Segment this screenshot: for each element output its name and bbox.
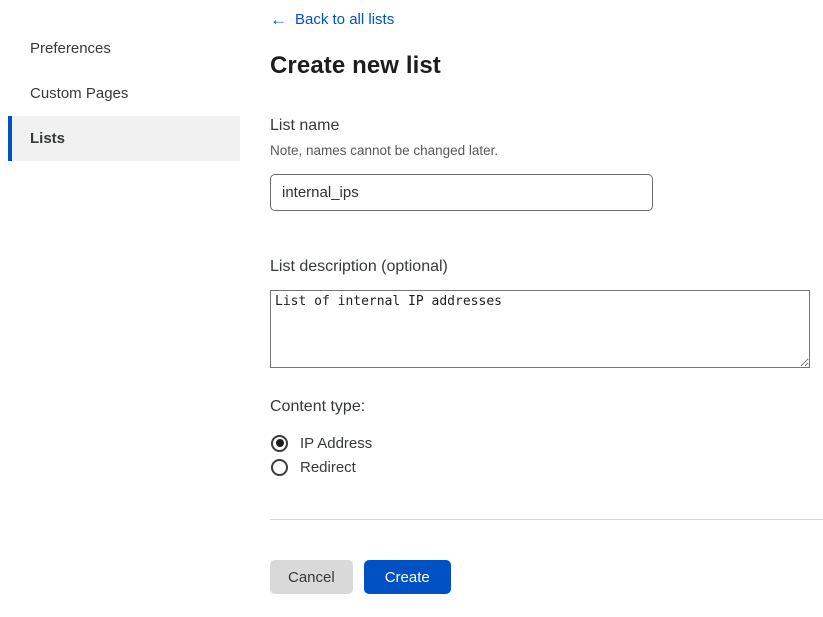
- sidebar-item-custom-pages[interactable]: Custom Pages: [8, 71, 240, 116]
- form-actions: Cancel Create: [270, 560, 451, 594]
- page-title: Create new list: [270, 52, 441, 80]
- back-link-label: Back to all lists: [295, 11, 394, 28]
- cancel-button[interactable]: Cancel: [270, 560, 353, 594]
- form-divider: [270, 519, 823, 520]
- list-name-label: List name: [270, 117, 339, 135]
- sidebar: Preferences Custom Pages Lists: [0, 26, 240, 161]
- ip-address-radio[interactable]: [271, 435, 288, 452]
- list-description-textarea[interactable]: List of internal IP addresses: [270, 290, 810, 368]
- list-description-label: List description (optional): [270, 258, 448, 276]
- content-type-option-redirect: Redirect: [271, 455, 372, 479]
- redirect-radio-label[interactable]: Redirect: [300, 459, 356, 476]
- content-type-option-ip-address: IP Address: [271, 431, 372, 455]
- content-type-radio-group: IP Address Redirect: [271, 431, 372, 479]
- back-to-all-lists-link[interactable]: ← Back to all lists: [270, 11, 394, 28]
- lists-settings-page: Preferences Custom Pages Lists ← Back to…: [0, 0, 823, 617]
- create-list-form: ← Back to all lists Create new list List…: [270, 0, 823, 617]
- list-name-note: Note, names cannot be changed later.: [270, 143, 498, 158]
- create-button[interactable]: Create: [364, 560, 451, 594]
- sidebar-item-lists[interactable]: Lists: [8, 116, 240, 161]
- content-type-label: Content type:: [270, 398, 365, 416]
- sidebar-item-preferences[interactable]: Preferences: [8, 26, 240, 71]
- list-name-input[interactable]: [270, 174, 653, 211]
- back-arrow-icon: ←: [270, 11, 287, 28]
- redirect-radio[interactable]: [271, 459, 288, 476]
- ip-address-radio-label[interactable]: IP Address: [300, 435, 372, 452]
